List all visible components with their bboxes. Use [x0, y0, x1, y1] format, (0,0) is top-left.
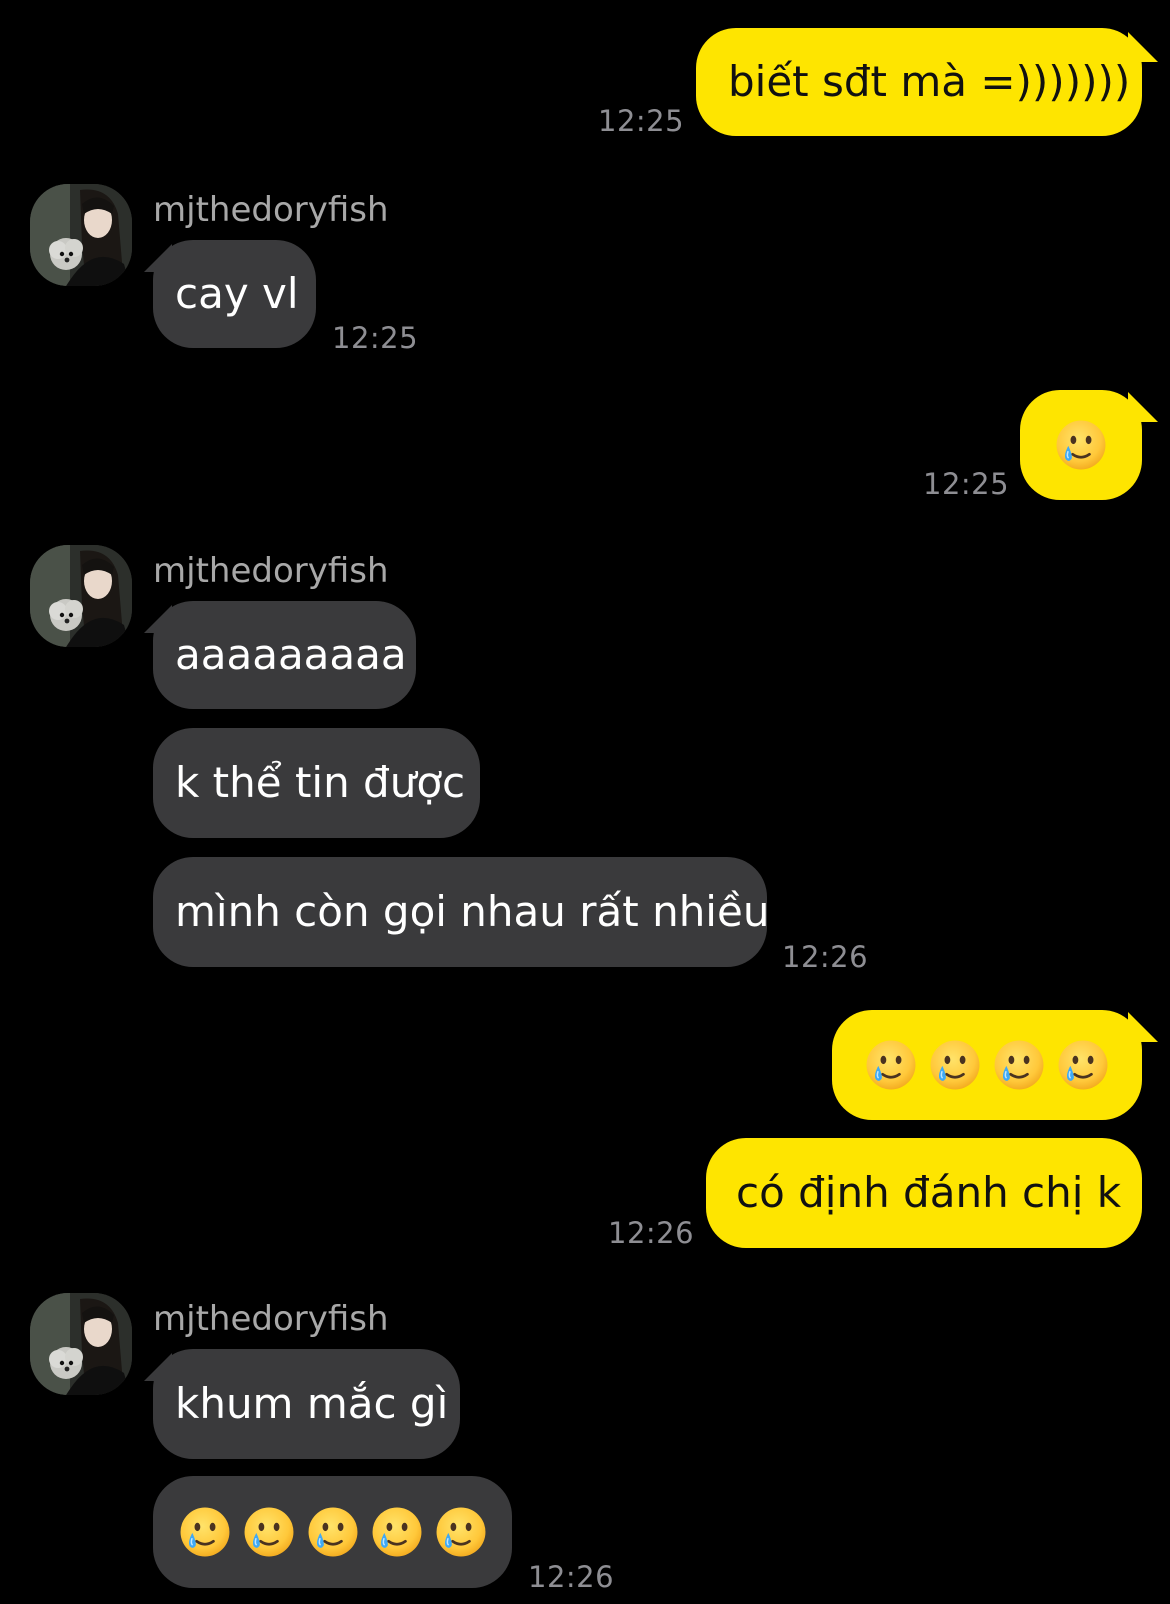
profile-photo-icon	[30, 184, 132, 286]
sender-name: mjthedoryfish	[153, 551, 389, 591]
sender-name: mjthedoryfish	[153, 190, 389, 230]
sender-name: mjthedoryfish	[153, 1299, 389, 1339]
crying-smile-icon	[1056, 1038, 1110, 1092]
received-message-bubble[interactable]: aaaaaaaaa	[153, 601, 416, 709]
message-timestamp: 12:25	[332, 321, 419, 355]
profile-photo-icon	[30, 545, 132, 647]
sent-message-bubble[interactable]	[832, 1010, 1142, 1120]
avatar[interactable]	[30, 1293, 132, 1395]
crying-smile-icon	[1054, 418, 1108, 472]
emoji-group	[1054, 418, 1108, 472]
message-text: biết sđt mà =)))))))	[728, 57, 1131, 106]
avatar[interactable]	[30, 184, 132, 286]
message-text: có định đánh chị k	[736, 1168, 1122, 1217]
received-message-bubble[interactable]	[153, 1476, 512, 1588]
bubble-tail	[1128, 392, 1158, 422]
message-timestamp: 12:26	[528, 1560, 615, 1594]
avatar[interactable]	[30, 545, 132, 647]
message-text: cay vl	[175, 269, 299, 318]
sent-message-bubble[interactable]: có định đánh chị k	[706, 1138, 1142, 1248]
bubble-tail	[1128, 32, 1158, 62]
bubble-tail	[1128, 1012, 1158, 1042]
message-text: khum mắc gì	[175, 1379, 449, 1428]
crying-smile-icon	[992, 1038, 1046, 1092]
sent-message-bubble[interactable]: biết sđt mà =)))))))	[696, 28, 1142, 136]
message-text: k thể tin được	[175, 758, 466, 807]
message-text: aaaaaaaaa	[175, 630, 407, 679]
received-message-bubble[interactable]: mình còn gọi nhau rất nhiều	[153, 857, 770, 967]
message-timestamp: 12:25	[598, 104, 685, 138]
crying-smile-icon	[434, 1505, 488, 1559]
message-text: mình còn gọi nhau rất nhiều	[175, 887, 770, 936]
message-timestamp: 12:26	[608, 1216, 695, 1250]
emoji-group	[864, 1038, 1110, 1092]
received-message-bubble[interactable]: k thể tin được	[153, 728, 480, 838]
crying-smile-icon	[864, 1038, 918, 1092]
received-message-bubble[interactable]: khum mắc gì	[153, 1349, 460, 1459]
crying-smile-icon	[178, 1505, 232, 1559]
crying-smile-icon	[928, 1038, 982, 1092]
sent-message-bubble[interactable]	[1020, 390, 1142, 500]
emoji-group	[178, 1505, 488, 1559]
message-timestamp: 12:25	[923, 467, 1010, 501]
profile-photo-icon	[30, 1293, 132, 1395]
message-timestamp: 12:26	[782, 940, 869, 974]
received-message-bubble[interactable]: cay vl	[153, 240, 316, 348]
crying-smile-icon	[370, 1505, 424, 1559]
crying-smile-icon	[242, 1505, 296, 1559]
crying-smile-icon	[306, 1505, 360, 1559]
